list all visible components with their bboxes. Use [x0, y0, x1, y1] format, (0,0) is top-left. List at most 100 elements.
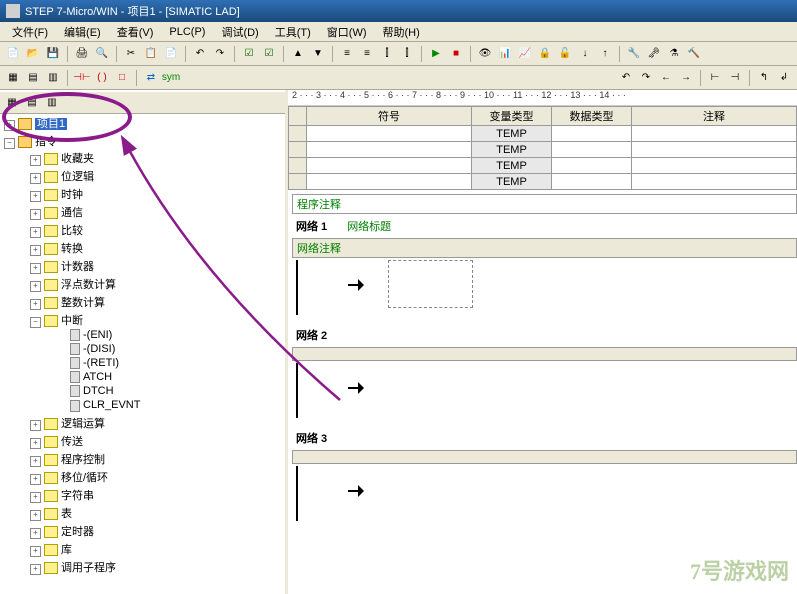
program-comment[interactable]: 程序注释: [292, 194, 797, 214]
tree-leaf[interactable]: -(ENI): [56, 328, 285, 342]
tree-item[interactable]: 整数计算: [30, 293, 285, 311]
col-header-comment[interactable]: 注释: [632, 107, 797, 126]
tree-item[interactable]: 计数器: [30, 257, 285, 275]
menu-debug[interactable]: 调试(D): [213, 22, 266, 42]
tree-btn-2[interactable]: ▤: [23, 94, 41, 112]
unforce-icon[interactable]: 🔓: [556, 45, 574, 63]
tree-item[interactable]: 时钟: [30, 185, 285, 203]
menu-tools[interactable]: 工具(T): [267, 22, 319, 42]
tree-item[interactable]: 表: [30, 504, 285, 522]
col-header-datatype[interactable]: 数据类型: [552, 107, 632, 126]
symbol-table[interactable]: 符号 变量类型 数据类型 注释 TEMP TEMP TEMP TEMP: [288, 106, 797, 190]
undo-icon[interactable]: ↶: [191, 45, 209, 63]
tree-item-interrupt[interactable]: 中断-(ENI)-(DISI)-(RETI)ATCHDTCHCLR_EVNT: [30, 311, 285, 414]
stop-icon[interactable]: ■: [447, 45, 465, 63]
menu-view[interactable]: 查看(V): [109, 22, 162, 42]
tree-item[interactable]: 程序控制: [30, 450, 285, 468]
branch-up-icon[interactable]: ↰: [755, 69, 773, 87]
tree-item[interactable]: 定时器: [30, 522, 285, 540]
menu-window[interactable]: 窗口(W): [319, 22, 375, 42]
coil-icon[interactable]: ( ): [93, 69, 111, 87]
tool-c-icon[interactable]: ⚗: [665, 45, 683, 63]
tool-a-icon[interactable]: 🔧: [625, 45, 643, 63]
preview-icon[interactable]: 🔍: [93, 45, 111, 63]
network-comment[interactable]: [292, 450, 797, 464]
view-stl-icon[interactable]: ▤: [24, 69, 42, 87]
write-icon[interactable]: ↑: [596, 45, 614, 63]
nav-next-icon[interactable]: ↷: [637, 69, 655, 87]
monitor-icon[interactable]: 👁: [476, 45, 494, 63]
tree-root-project[interactable]: 项目1: [4, 114, 285, 132]
network-title[interactable]: 网络标题: [347, 221, 391, 233]
paste-icon[interactable]: 📄: [162, 45, 180, 63]
delete-row-icon[interactable]: ≡: [358, 45, 376, 63]
tree-leaf[interactable]: ATCH: [56, 370, 285, 384]
menu-edit[interactable]: 编辑(E): [56, 22, 109, 42]
tree-leaf[interactable]: DTCH: [56, 384, 285, 398]
branch-down-icon[interactable]: ↲: [775, 69, 793, 87]
network-comment[interactable]: [292, 347, 797, 361]
view-fbd-icon[interactable]: ▥: [44, 69, 62, 87]
tree-btn-1[interactable]: ▦: [3, 94, 21, 112]
nav-right-icon[interactable]: →: [677, 69, 695, 87]
ladder-editor[interactable]: 程序注释 网络 1网络标题网络注释网络 2网络 3: [288, 190, 797, 594]
network-block[interactable]: 网络 2: [292, 325, 797, 418]
status-icon[interactable]: 📊: [496, 45, 514, 63]
tree-leaf[interactable]: -(DISI): [56, 342, 285, 356]
cursor-box[interactable]: [388, 260, 473, 308]
menu-file[interactable]: 文件(F): [4, 22, 56, 42]
print-icon[interactable]: 🖨: [73, 45, 91, 63]
read-icon[interactable]: ↓: [576, 45, 594, 63]
tool-b-icon[interactable]: 🗝: [645, 45, 663, 63]
force-icon[interactable]: 🔒: [536, 45, 554, 63]
rung[interactable]: [296, 466, 797, 521]
contact-icon[interactable]: ⊣⊢: [73, 69, 91, 87]
network-block[interactable]: 网络 1网络标题网络注释: [292, 216, 797, 315]
col-header-vartype[interactable]: 变量类型: [472, 107, 552, 126]
compile-all-icon[interactable]: ☑: [260, 45, 278, 63]
line-down-icon[interactable]: ⊣: [726, 69, 744, 87]
tree-btn-3[interactable]: ▥: [43, 94, 61, 112]
insert-row-icon[interactable]: ≡: [338, 45, 356, 63]
insert-col-icon[interactable]: ⫿: [378, 45, 396, 63]
tree-item[interactable]: 比较: [30, 221, 285, 239]
project-tree[interactable]: 项目1 指令 收藏夹位逻辑时钟通信比较转换计数器浮点数计算整数计算中断-(ENI…: [0, 114, 285, 577]
download-icon[interactable]: ▼: [309, 45, 327, 63]
project-tree-sidebar[interactable]: ▦ ▤ ▥ 项目1 指令 收藏夹位逻辑时钟通信比较转换计数器浮点数计算整数计算中…: [0, 90, 288, 594]
tree-item[interactable]: 收藏夹: [30, 149, 285, 167]
network-block[interactable]: 网络 3: [292, 428, 797, 521]
line-up-icon[interactable]: ⊢: [706, 69, 724, 87]
box-icon[interactable]: □: [113, 69, 131, 87]
toggle-icon[interactable]: ⇄: [142, 69, 160, 87]
new-icon[interactable]: 📄: [4, 45, 22, 63]
rung[interactable]: [296, 260, 797, 315]
tree-item[interactable]: 字符串: [30, 486, 285, 504]
tree-leaf[interactable]: CLR_EVNT: [56, 398, 285, 412]
compile-icon[interactable]: ☑: [240, 45, 258, 63]
tree-item[interactable]: 逻辑运算: [30, 414, 285, 432]
nav-left-icon[interactable]: ←: [657, 69, 675, 87]
tree-item[interactable]: 转换: [30, 239, 285, 257]
tree-item[interactable]: 通信: [30, 203, 285, 221]
cut-icon[interactable]: ✂: [122, 45, 140, 63]
chart-icon[interactable]: 📈: [516, 45, 534, 63]
upload-icon[interactable]: ▲: [289, 45, 307, 63]
delete-col-icon[interactable]: ⫿: [398, 45, 416, 63]
tree-leaf[interactable]: -(RETI): [56, 356, 285, 370]
menu-help[interactable]: 帮助(H): [375, 22, 428, 42]
tree-item[interactable]: 浮点数计算: [30, 275, 285, 293]
copy-icon[interactable]: 📋: [142, 45, 160, 63]
view-lad-icon[interactable]: ▦: [4, 69, 22, 87]
nav-prev-icon[interactable]: ↶: [617, 69, 635, 87]
tree-item[interactable]: 库: [30, 540, 285, 558]
tree-item[interactable]: 调用子程序: [30, 558, 285, 576]
tree-item[interactable]: 移位/循环: [30, 468, 285, 486]
redo-icon[interactable]: ↷: [211, 45, 229, 63]
col-header[interactable]: [289, 107, 307, 126]
rung[interactable]: [296, 363, 797, 418]
tool-d-icon[interactable]: 🔨: [685, 45, 703, 63]
save-icon[interactable]: 💾: [44, 45, 62, 63]
open-icon[interactable]: 📂: [24, 45, 42, 63]
network-comment[interactable]: 网络注释: [292, 238, 797, 258]
tree-item[interactable]: 传送: [30, 432, 285, 450]
